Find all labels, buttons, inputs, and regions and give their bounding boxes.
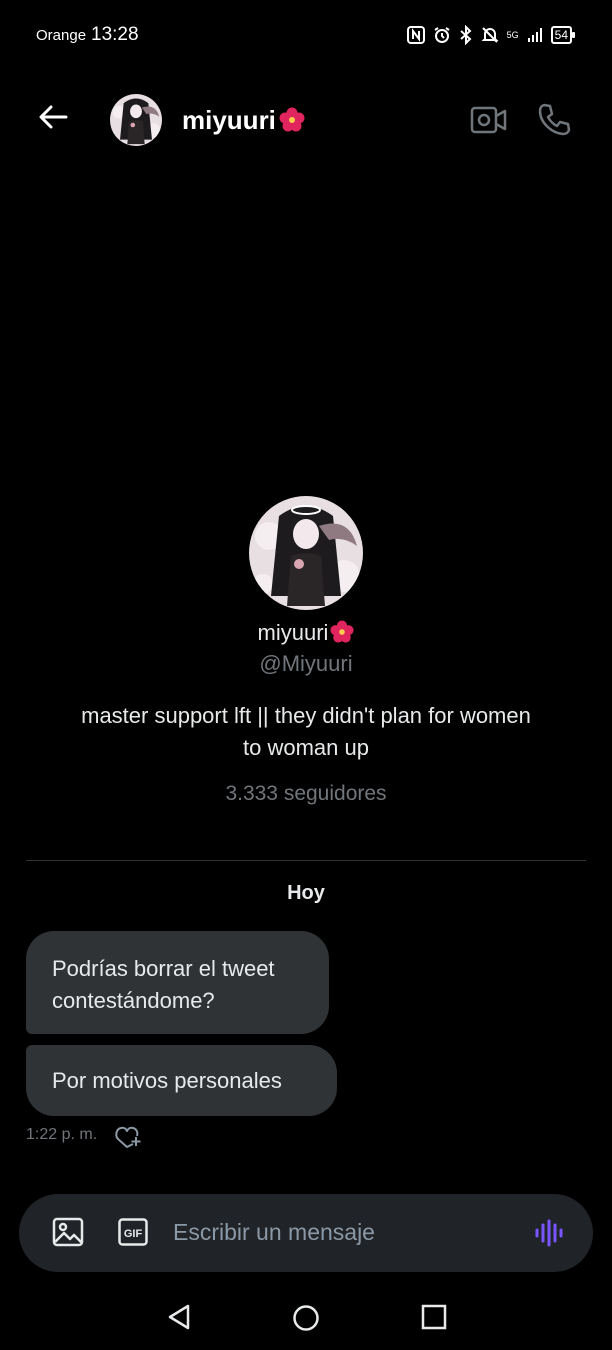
status-bar: Orange 13:28 5G 54 [0,0,612,70]
hibiscus-icon [279,107,305,133]
nav-back-icon[interactable] [164,1302,194,1332]
profile-avatar[interactable] [249,496,363,610]
chat-title: miyuuri [182,105,305,136]
message-input[interactable]: Escribir un mensaje [173,1219,375,1246]
phone-call-icon[interactable] [536,101,572,137]
nav-home-icon[interactable] [292,1304,320,1332]
followers-count[interactable]: 3.333 seguidores [0,782,612,806]
signal-bars-icon [527,27,543,43]
divider [26,860,586,861]
profile-bio: master support lft || they didn't plan f… [81,703,531,760]
bluetooth-icon [459,25,473,45]
message-text: Por motivos personales [52,1068,282,1093]
status-icons: 5G 54 [406,24,576,46]
gif-icon-label: GIF [124,1228,143,1240]
video-call-icon[interactable] [470,102,508,138]
battery-level: 54 [554,28,568,42]
message-bubble[interactable]: Por motivos personales [26,1045,337,1116]
header-avatar[interactable] [110,94,162,146]
message-bubble[interactable]: Podrías borrar el tweet contestándome? [26,931,329,1034]
clock: 13:28 [91,24,139,45]
profile-name-text: miyuuri [257,620,329,645]
message-timestamp: 1:22 p. m. [26,1126,98,1143]
profile-handle[interactable]: @Miyuuri [0,651,612,677]
mute-bell-icon [481,26,499,44]
image-icon[interactable] [52,1216,84,1248]
voice-message-icon[interactable] [533,1216,567,1250]
nav-recents-icon[interactable] [421,1304,447,1330]
day-label: Hoy [287,882,325,904]
network-label: 5G [506,29,519,40]
message-text: Podrías borrar el tweet contestándome? [52,956,275,1013]
nfc-icon [406,26,425,44]
chat-title-name: miyuuri [182,105,276,135]
carrier-label: Orange [36,27,87,44]
add-reaction-icon[interactable] [115,1124,143,1148]
signal-icon: 5G [506,29,519,40]
profile-name: miyuuri [0,620,612,646]
back-arrow-icon[interactable] [36,100,70,134]
hibiscus-icon [330,620,354,644]
battery-icon: 54 [550,26,576,44]
alarm-icon [433,26,451,44]
gif-icon[interactable]: GIF [118,1218,148,1246]
